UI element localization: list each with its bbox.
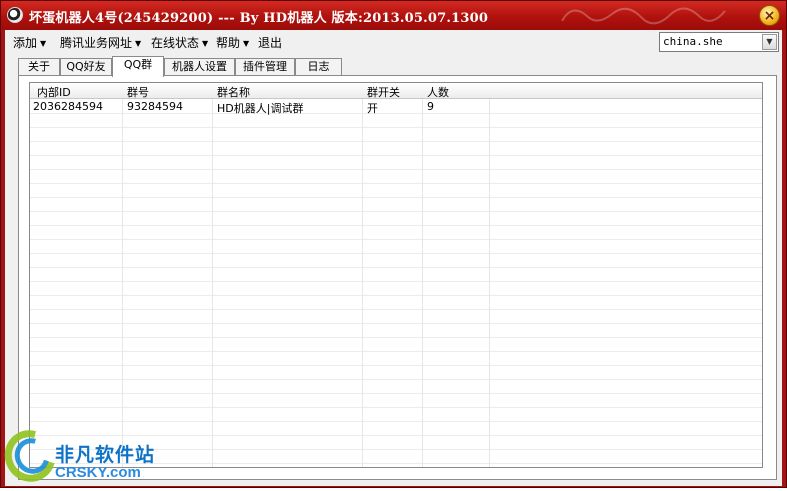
cell-group-name: HD机器人|调试群	[217, 102, 304, 115]
watermark: 非凡软件站 CRSKY.com	[0, 420, 161, 491]
column-divider	[212, 83, 213, 467]
table-grid-lines	[30, 100, 762, 467]
chevron-down-icon: ▼	[135, 39, 142, 48]
table-header: 内部ID 群号 群名称 群开关 人数	[30, 83, 762, 100]
client-area: 添加 ▼ 腾讯业务网址 ▼ 在线状态 ▼ 帮助 ▼ 退出 china.she ▼ 关于 …	[5, 30, 782, 486]
cell-group-switch: 开	[367, 102, 378, 115]
menu-help[interactable]: 帮助 ▼	[216, 34, 249, 51]
tab-qq-friends[interactable]: QQ好友	[60, 58, 112, 76]
menu-bar: 添加 ▼ 腾讯业务网址 ▼ 在线状态 ▼ 帮助 ▼ 退出 china.she ▼	[5, 30, 782, 54]
column-header-member-count[interactable]: 人数	[427, 84, 449, 100]
column-divider	[122, 83, 123, 467]
menu-online-status-label: 在线状态	[151, 36, 200, 50]
app-window: 坏蛋机器人4号(245429200) --- By HD机器人 版本:2013.…	[0, 0, 787, 491]
tab-about[interactable]: 关于	[18, 58, 60, 76]
menu-tencent-links-label: 腾讯业务网址	[60, 36, 133, 50]
column-header-group-name[interactable]: 群名称	[217, 84, 250, 100]
table-row[interactable]: 2036284594 93284594 HD机器人|调试群 开 9	[30, 100, 762, 115]
chevron-down-icon[interactable]: ▼	[762, 34, 777, 50]
column-divider	[489, 83, 490, 467]
tab-panel-qq-groups: 内部ID 群号 群名称 群开关 人数 2036284594 93284594 H…	[18, 75, 777, 480]
watermark-text-cn: 非凡软件站	[55, 444, 156, 466]
watermark-text-en: CRSKY.com	[55, 464, 141, 481]
tab-plugin-manager[interactable]: 插件管理	[235, 58, 295, 76]
cell-group-number: 93284594	[127, 100, 183, 113]
menu-exit-label: 退出	[258, 36, 283, 50]
tab-log[interactable]: 日志	[295, 58, 342, 76]
cell-member-count: 9	[427, 100, 434, 113]
column-header-internal-id[interactable]: 内部ID	[37, 84, 71, 100]
chevron-down-icon: ▼	[202, 39, 209, 48]
column-divider	[422, 83, 423, 467]
title-bar[interactable]: 坏蛋机器人4号(245429200) --- By HD机器人 版本:2013.…	[1, 1, 786, 30]
title-pattern-icon	[561, 7, 726, 25]
menu-tencent-links[interactable]: 腾讯业务网址 ▼	[60, 34, 141, 51]
tab-qq-groups[interactable]: QQ群	[112, 56, 164, 77]
menu-help-label: 帮助	[216, 36, 241, 50]
chevron-down-icon: ▼	[40, 39, 47, 48]
column-divider	[362, 83, 363, 467]
close-button[interactable]: ×	[759, 5, 780, 26]
menu-add-label: 添加	[13, 36, 38, 50]
menu-add[interactable]: 添加 ▼	[13, 34, 46, 51]
cell-internal-id: 2036284594	[33, 100, 103, 113]
column-header-group-switch[interactable]: 群开关	[367, 84, 400, 100]
column-header-group-number[interactable]: 群号	[127, 84, 149, 100]
menu-exit[interactable]: 退出	[258, 34, 282, 51]
chevron-down-icon: ▼	[243, 39, 250, 48]
close-icon: ×	[763, 7, 776, 24]
server-select[interactable]: china.she ▼	[659, 32, 779, 52]
group-table[interactable]: 内部ID 群号 群名称 群开关 人数 2036284594 93284594 H…	[29, 82, 763, 468]
app-logo-icon	[7, 7, 23, 23]
menu-online-status[interactable]: 在线状态 ▼	[151, 34, 208, 51]
window-title: 坏蛋机器人4号(245429200) --- By HD机器人 版本:2013.…	[29, 11, 489, 26]
server-select-value: china.she	[663, 35, 723, 48]
tab-robot-settings[interactable]: 机器人设置	[164, 58, 235, 76]
